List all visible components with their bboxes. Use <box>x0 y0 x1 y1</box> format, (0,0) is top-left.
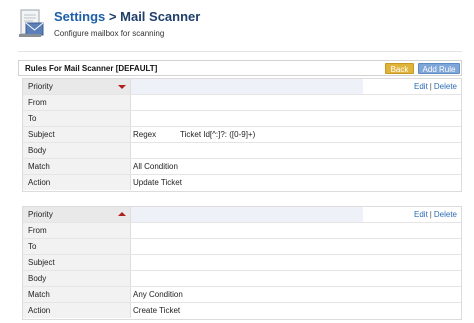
rule-from-row: From <box>23 95 461 111</box>
action-value: Create Ticket <box>133 306 181 315</box>
priority-highlight <box>131 207 363 222</box>
match-label: Match <box>23 159 131 174</box>
header-divider <box>18 51 462 52</box>
arrow-up-icon[interactable] <box>118 212 126 216</box>
subject-value: Ticket Id[^:]?: ([0-9]+) <box>180 130 256 139</box>
rule-body-row: Body <box>23 271 461 287</box>
body-label: Body <box>23 143 131 158</box>
subject-label: Subject <box>23 127 131 142</box>
from-label: From <box>23 223 131 238</box>
rule-actions: Edit | Delete <box>414 207 457 222</box>
action-label: Action <box>23 303 131 318</box>
priority-label: Priority <box>23 207 131 222</box>
rule-action-row: Action Create Ticket <box>23 303 461 319</box>
rule-subject-row: Subject <box>23 255 461 271</box>
page-header: Settings > Mail Scanner Configure mailbo… <box>0 0 474 50</box>
priority-label-text: Priority <box>28 82 53 91</box>
action-value: Update Ticket <box>133 178 182 187</box>
rule-to-row: To <box>23 111 461 127</box>
page-title: Settings > Mail Scanner <box>54 9 200 24</box>
rule-subject-row: Subject Regex Ticket Id[^:]?: ([0-9]+) <box>23 127 461 143</box>
back-button[interactable]: Back <box>385 63 414 74</box>
rules-panel-header: Rules For Mail Scanner [DEFAULT] Back Ad… <box>18 60 462 76</box>
action-label: Action <box>23 175 131 190</box>
rule-to-row: To <box>23 239 461 255</box>
delete-link[interactable]: Delete <box>434 82 457 91</box>
delete-link[interactable]: Delete <box>434 210 457 219</box>
match-value: Any Condition <box>133 290 183 299</box>
subject-operator: Regex <box>133 130 157 139</box>
match-label: Match <box>23 287 131 302</box>
breadcrumb-separator: > <box>108 9 117 24</box>
rule-card: Priority Edit | Delete From To Subject Bod… <box>22 206 462 320</box>
rule-priority-row: Priority Edit | Delete <box>23 79 461 95</box>
priority-label: Priority <box>23 79 131 94</box>
mail-scanner-icon <box>18 8 46 40</box>
rule-actions: Edit | Delete <box>414 79 457 94</box>
rules-panel-title: Rules For Mail Scanner [DEFAULT] <box>25 64 158 73</box>
body-label: Body <box>23 271 131 286</box>
rule-priority-row: Priority Edit | Delete <box>23 207 461 223</box>
priority-highlight <box>131 79 363 94</box>
breadcrumb-current: Mail Scanner <box>120 9 201 24</box>
rule-card: Priority Edit | Delete From To Subject Reg… <box>22 78 462 192</box>
add-rule-button[interactable]: Add Rule <box>418 63 460 74</box>
rule-from-row: From <box>23 223 461 239</box>
page-subtitle: Configure mailbox for scanning <box>54 29 165 38</box>
rule-action-row: Action Update Ticket <box>23 175 461 191</box>
edit-link[interactable]: Edit <box>414 82 428 91</box>
priority-label-text: Priority <box>28 210 53 219</box>
rule-body-row: Body <box>23 143 461 159</box>
to-label: To <box>23 111 131 126</box>
to-label: To <box>23 239 131 254</box>
match-value: All Condition <box>133 162 178 171</box>
rule-match-row: Match Any Condition <box>23 287 461 303</box>
breadcrumb-settings[interactable]: Settings <box>54 9 105 24</box>
rule-match-row: Match All Condition <box>23 159 461 175</box>
arrow-down-icon[interactable] <box>118 85 126 89</box>
edit-link[interactable]: Edit <box>414 210 428 219</box>
from-label: From <box>23 95 131 110</box>
subject-label: Subject <box>23 255 131 270</box>
